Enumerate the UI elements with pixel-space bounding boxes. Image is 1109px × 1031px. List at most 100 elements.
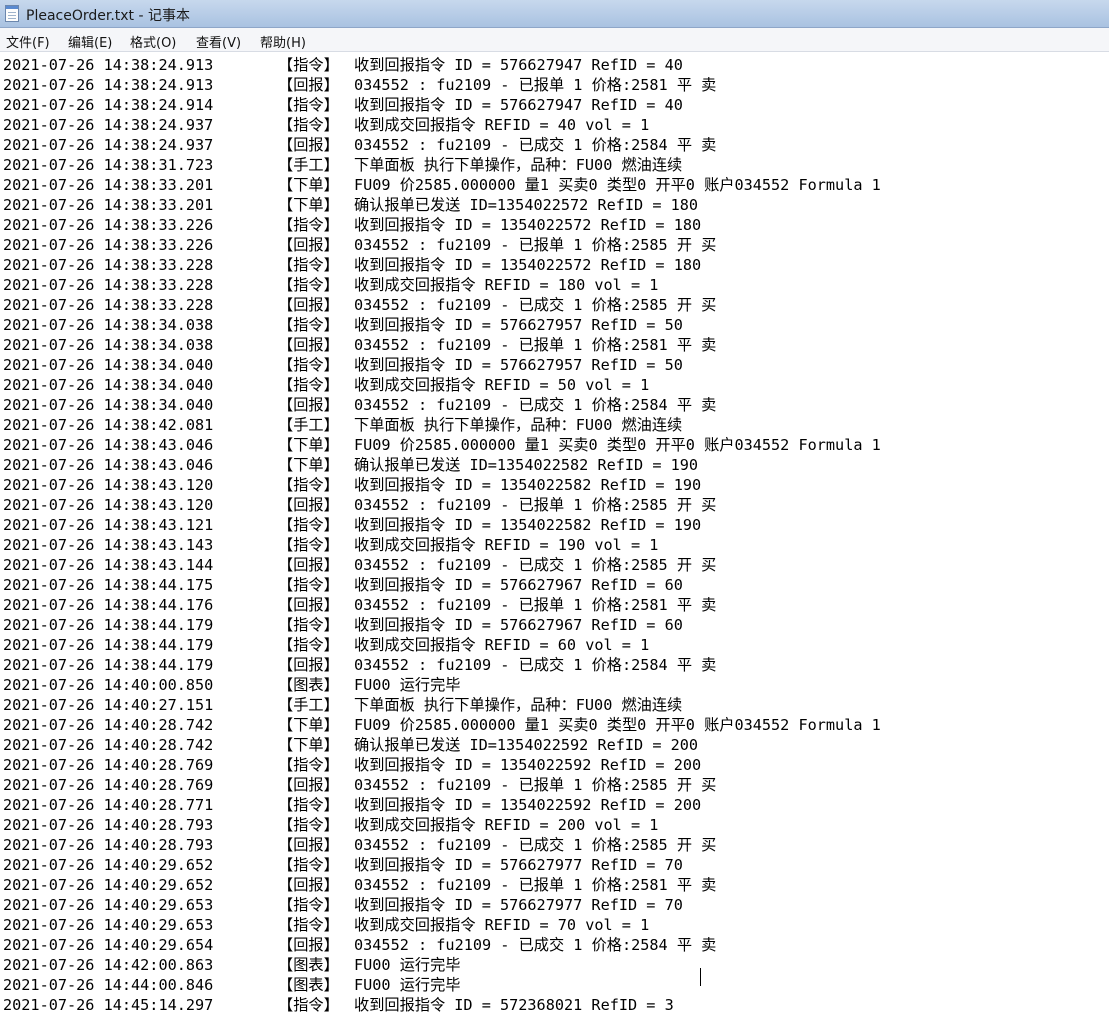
title-bar[interactable]: PleaceOrder.txt - 记事本 [0, 0, 1109, 28]
log-timestamp: 2021-07-26 14:38:33.228 [3, 296, 214, 314]
log-tag: 【下单】 [278, 436, 339, 454]
log-message: 收到回报指令 ID = 1354022572 RefID = 180 [354, 216, 702, 234]
log-timestamp: 2021-07-26 14:38:24.914 [3, 96, 214, 114]
log-tag: 【指令】 [278, 856, 339, 874]
log-timestamp: 2021-07-26 14:38:43.046 [3, 436, 214, 454]
log-message: 收到回报指令 ID = 576627977 RefID = 70 [354, 856, 683, 874]
log-timestamp: 2021-07-26 14:38:31.723 [3, 156, 214, 174]
log-timestamp: 2021-07-26 14:38:44.176 [3, 596, 214, 614]
log-tag: 【指令】 [278, 256, 339, 274]
log-tag: 【下单】 [278, 456, 339, 474]
log-tag: 【指令】 [278, 916, 339, 934]
log-timestamp: 2021-07-26 14:38:42.081 [3, 416, 214, 434]
log-tag: 【回报】 [278, 336, 339, 354]
log-message: 确认报单已发送 ID=1354022592 RefID = 200 [354, 736, 699, 754]
window-title: PleaceOrder.txt - 记事本 [26, 8, 191, 24]
log-tag: 【回报】 [278, 296, 339, 314]
log-tag: 【下单】 [278, 736, 339, 754]
log-tag: 【指令】 [278, 796, 339, 814]
log-message: FU09 价2585.000000 量1 买卖0 类型0 开平0 账户03455… [354, 716, 881, 734]
log-tag: 【指令】 [278, 756, 339, 774]
menu-format[interactable]: 格式(O) [130, 32, 176, 51]
menu-view[interactable]: 查看(V) [196, 32, 241, 51]
log-message: 收到成交回报指令 REFID = 60 vol = 1 [354, 636, 650, 654]
log-timestamp: 2021-07-26 14:38:33.228 [3, 276, 214, 294]
log-tag: 【下单】 [278, 196, 339, 214]
menu-file[interactable]: 文件(F) [6, 32, 50, 51]
log-timestamp: 2021-07-26 14:38:43.120 [3, 496, 214, 514]
log-timestamp: 2021-07-26 14:38:33.201 [3, 196, 214, 214]
log-tag: 【指令】 [278, 276, 339, 294]
log-message: 034552 : fu2109 - 已报单 1 价格:2581 平 卖 [354, 76, 717, 94]
log-message: FU00 运行完毕 [354, 956, 461, 974]
log-message: 034552 : fu2109 - 已报单 1 价格:2585 开 买 [354, 236, 717, 254]
log-timestamp: 2021-07-26 14:40:28.742 [3, 716, 214, 734]
log-timestamp: 2021-07-26 14:38:44.175 [3, 576, 214, 594]
log-timestamp: 2021-07-26 14:38:44.179 [3, 656, 214, 674]
log-tag: 【手工】 [278, 416, 339, 434]
log-message: 下单面板 执行下单操作，品种：FU00 燃油连续 [354, 156, 683, 174]
log-tag: 【回报】 [278, 836, 339, 854]
log-timestamp: 2021-07-26 14:40:28.793 [3, 816, 214, 834]
log-message: 收到成交回报指令 REFID = 180 vol = 1 [354, 276, 659, 294]
log-message: 034552 : fu2109 - 已成交 1 价格:2585 开 买 [354, 836, 717, 854]
log-message: 收到回报指令 ID = 576627967 RefID = 60 [354, 616, 683, 634]
log-timestamp: 2021-07-26 14:40:28.742 [3, 736, 214, 754]
notepad-icon [5, 5, 19, 22]
log-tag: 【回报】 [278, 396, 339, 414]
log-tag: 【指令】 [278, 536, 339, 554]
log-timestamp: 2021-07-26 14:38:43.144 [3, 556, 214, 574]
log-timestamp: 2021-07-26 14:38:34.038 [3, 336, 214, 354]
log-tag: 【指令】 [278, 576, 339, 594]
log-timestamp: 2021-07-26 14:38:33.226 [3, 216, 214, 234]
log-tag: 【手工】 [278, 696, 339, 714]
log-tag: 【回报】 [278, 936, 339, 954]
log-timestamp: 2021-07-26 14:38:44.179 [3, 636, 214, 654]
log-timestamp: 2021-07-26 14:42:00.863 [3, 956, 214, 974]
log-tag: 【指令】 [278, 316, 339, 334]
log-message: 确认报单已发送 ID=1354022582 RefID = 190 [354, 456, 699, 474]
log-message: 收到回报指令 ID = 576627967 RefID = 60 [354, 576, 683, 594]
log-tag: 【回报】 [278, 236, 339, 254]
log-tag: 【指令】 [278, 56, 339, 74]
log-message: 收到回报指令 ID = 1354022592 RefID = 200 [354, 756, 702, 774]
log-timestamp: 2021-07-26 14:40:28.771 [3, 796, 214, 814]
log-message: 收到成交回报指令 REFID = 190 vol = 1 [354, 536, 659, 554]
log-tag: 【指令】 [278, 996, 339, 1014]
log-message: 034552 : fu2109 - 已成交 1 价格:2585 开 买 [354, 556, 717, 574]
log-message: 确认报单已发送 ID=1354022572 RefID = 180 [354, 196, 699, 214]
log-tag: 【指令】 [278, 116, 339, 134]
log-message: 收到成交回报指令 REFID = 40 vol = 1 [354, 116, 650, 134]
menu-edit[interactable]: 编辑(E) [68, 32, 112, 51]
text-editor[interactable]: 2021-07-26 14:38:24.913 【指令】 收到回报指令 ID = 5… [0, 52, 1109, 1031]
log-timestamp: 2021-07-26 14:40:00.850 [3, 676, 214, 694]
log-timestamp: 2021-07-26 14:38:33.201 [3, 176, 214, 194]
log-tag: 【指令】 [278, 516, 339, 534]
log-message: 收到回报指令 ID = 1354022572 RefID = 180 [354, 256, 702, 274]
log-timestamp: 2021-07-26 14:40:28.769 [3, 756, 214, 774]
log-timestamp: 2021-07-26 14:40:27.151 [3, 696, 214, 714]
log-timestamp: 2021-07-26 14:44:00.846 [3, 976, 214, 994]
log-tag: 【下单】 [278, 176, 339, 194]
menu-help[interactable]: 帮助(H) [260, 32, 306, 51]
log-tag: 【回报】 [278, 596, 339, 614]
log-tag: 【回报】 [278, 876, 339, 894]
log-tag: 【指令】 [278, 816, 339, 834]
log-message: FU09 价2585.000000 量1 买卖0 类型0 开平0 账户03455… [354, 176, 881, 194]
log-tag: 【图表】 [278, 956, 339, 974]
log-tag: 【指令】 [278, 476, 339, 494]
log-message: 收到回报指令 ID = 576627957 RefID = 50 [354, 316, 683, 334]
log-message: 收到成交回报指令 REFID = 50 vol = 1 [354, 376, 650, 394]
log-timestamp: 2021-07-26 14:38:24.913 [3, 56, 214, 74]
log-message: 收到回报指令 ID = 1354022582 RefID = 190 [354, 516, 702, 534]
log-timestamp: 2021-07-26 14:40:29.654 [3, 936, 214, 954]
log-tag: 【指令】 [278, 356, 339, 374]
menu-bar: 文件(F) 编辑(E) 格式(O) 查看(V) 帮助(H) [0, 28, 1109, 52]
log-timestamp: 2021-07-26 14:38:44.179 [3, 616, 214, 634]
log-message: 收到回报指令 ID = 572368021 RefID = 3 [354, 996, 674, 1014]
log-message: 收到成交回报指令 REFID = 200 vol = 1 [354, 816, 659, 834]
log-timestamp: 2021-07-26 14:38:33.228 [3, 256, 214, 274]
log-timestamp: 2021-07-26 14:38:34.040 [3, 356, 214, 374]
log-timestamp: 2021-07-26 14:38:34.040 [3, 396, 214, 414]
log-tag: 【回报】 [278, 776, 339, 794]
